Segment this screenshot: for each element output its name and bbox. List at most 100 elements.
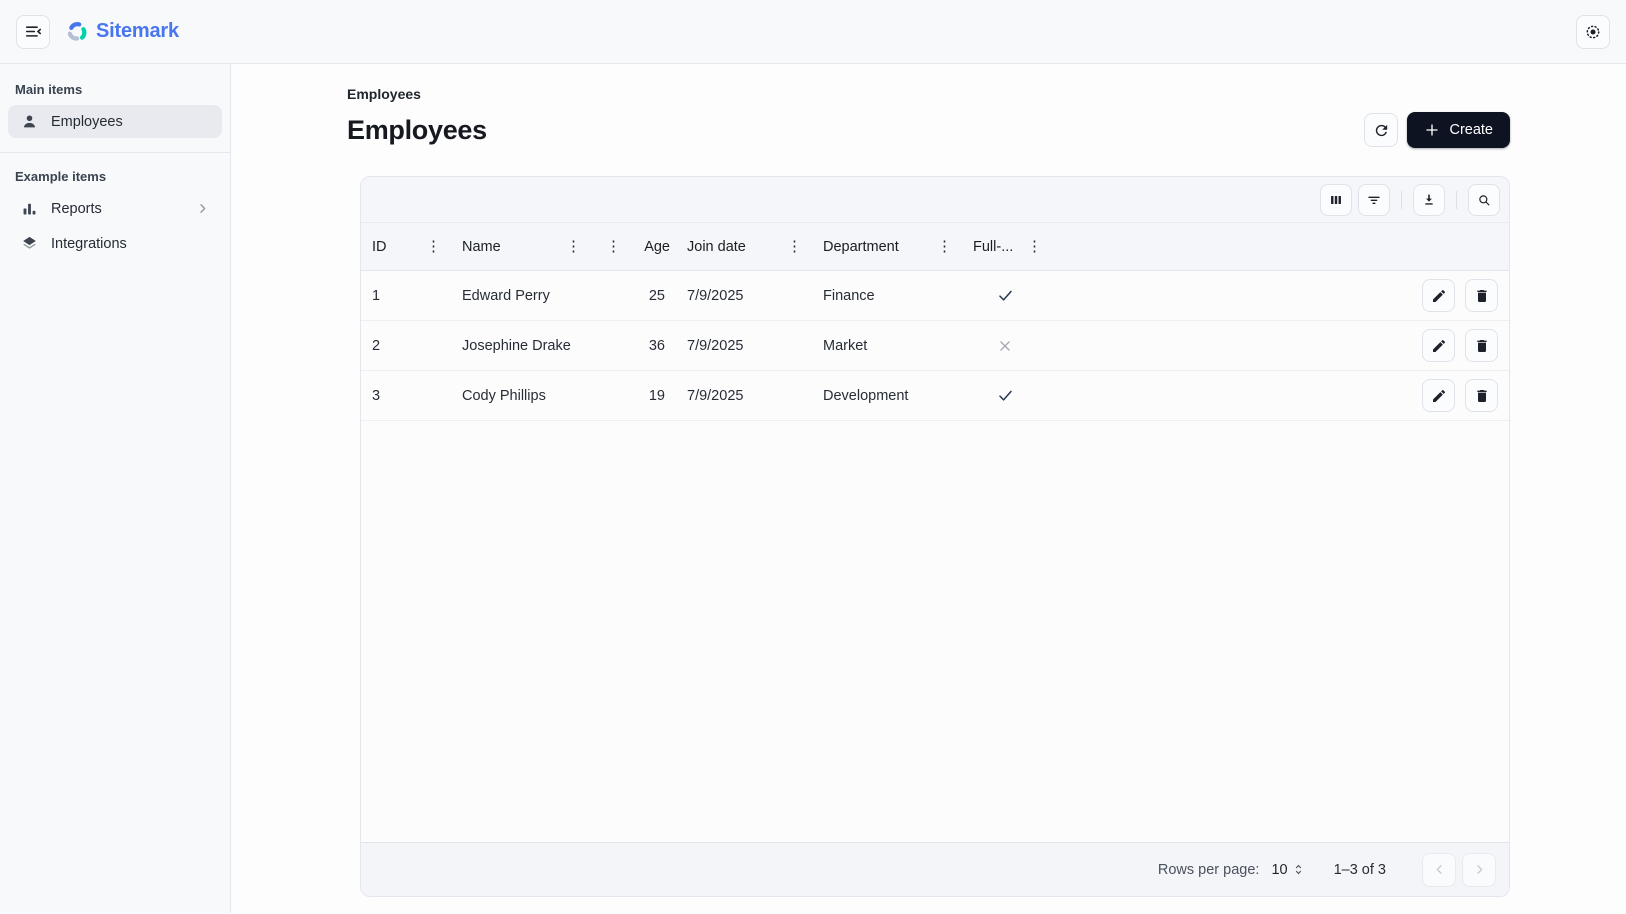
column-header-age[interactable]: ⋮ Age [591, 223, 676, 270]
grid-rows: 1 Edward Perry 25 7/9/2025 Finance [361, 271, 1509, 421]
cell-id: 2 [361, 321, 451, 370]
filter-icon [1366, 192, 1382, 208]
chevron-left-icon [1432, 862, 1447, 877]
bar-chart-icon [20, 199, 39, 218]
cell-department: Finance [812, 271, 962, 320]
cell-full-time [962, 271, 1052, 320]
sidebar-item-integrations[interactable]: Integrations [8, 227, 222, 260]
sidebar-item-label: Integrations [51, 236, 127, 252]
rows-per-page-label: Rows per page: [1158, 862, 1260, 878]
table-row: 3 Cody Phillips 19 7/9/2025 Development [361, 371, 1509, 421]
column-header-full-time[interactable]: Full-... ⋮ [962, 223, 1052, 270]
cell-spacer [1052, 321, 1411, 370]
cell-actions [1411, 271, 1509, 320]
cell-name: Edward Perry [451, 271, 591, 320]
columns-button[interactable] [1320, 184, 1352, 216]
cell-actions [1411, 371, 1509, 420]
pencil-icon [1431, 288, 1447, 304]
cell-full-time [962, 321, 1052, 370]
cell-join-date: 7/9/2025 [676, 371, 812, 420]
column-header-department[interactable]: Department ⋮ [812, 223, 962, 270]
sidebar-item-reports[interactable]: Reports [8, 192, 222, 225]
grid-empty-area [361, 421, 1509, 842]
rows-per-page-value: 10 [1271, 862, 1287, 878]
column-header-id[interactable]: ID ⋮ [361, 223, 451, 270]
cell-age: 36 [591, 321, 676, 370]
pagination-range: 1–3 of 3 [1334, 862, 1386, 878]
sitemark-logo-icon [65, 20, 88, 43]
delete-button[interactable] [1465, 279, 1498, 312]
cell-full-time [962, 371, 1052, 420]
column-label: Full-... [973, 239, 1013, 255]
column-header-join-date[interactable]: Join date ⋮ [676, 223, 812, 270]
download-icon [1421, 192, 1437, 208]
column-menu-icon[interactable]: ⋮ [933, 237, 956, 256]
sidebar-item-label: Employees [51, 114, 123, 130]
data-grid: ID ⋮ Name ⋮ ⋮ Age Join date ⋮ [360, 176, 1510, 897]
menu-open-icon [24, 22, 43, 41]
toolbar-divider [1401, 191, 1402, 209]
columns-icon [1328, 192, 1344, 208]
column-menu-icon[interactable]: ⋮ [562, 237, 585, 256]
cell-name: Josephine Drake [451, 321, 591, 370]
layers-icon [20, 234, 39, 253]
create-button[interactable]: Create [1407, 112, 1510, 148]
chevron-right-icon [1472, 862, 1487, 877]
delete-button[interactable] [1465, 329, 1498, 362]
search-button[interactable] [1468, 184, 1500, 216]
brand-name: Sitemark [96, 20, 179, 43]
table-row: 2 Josephine Drake 36 7/9/2025 Market [361, 321, 1509, 371]
main-content: Employees Employees [231, 64, 1626, 913]
cell-spacer [1052, 271, 1411, 320]
column-label: Age [644, 239, 670, 255]
column-menu-icon[interactable]: ⋮ [1023, 237, 1046, 256]
column-label: Name [462, 239, 501, 255]
column-menu-icon[interactable]: ⋮ [602, 237, 625, 256]
export-button[interactable] [1413, 184, 1445, 216]
cell-id: 3 [361, 371, 451, 420]
brand-logo[interactable]: Sitemark [65, 20, 179, 43]
cell-department: Development [812, 371, 962, 420]
cell-name: Cody Phillips [451, 371, 591, 420]
column-label: ID [372, 239, 387, 255]
cell-id: 1 [361, 271, 451, 320]
rows-per-page-select[interactable]: 10 [1271, 862, 1305, 878]
sidebar-section-title: Main items [15, 82, 230, 97]
column-menu-icon[interactable]: ⋮ [783, 237, 806, 256]
chevron-right-icon [195, 201, 210, 216]
column-menu-icon[interactable]: ⋮ [422, 237, 445, 256]
toolbar-divider [1456, 191, 1457, 209]
edit-button[interactable] [1422, 279, 1455, 312]
cell-age: 19 [591, 371, 676, 420]
refresh-button[interactable] [1364, 113, 1398, 147]
sidebar-item-label: Reports [51, 201, 102, 217]
delete-button[interactable] [1465, 379, 1498, 412]
column-header-name[interactable]: Name ⋮ [451, 223, 591, 270]
filter-button[interactable] [1358, 184, 1390, 216]
column-header-spacer [1052, 223, 1492, 270]
cell-join-date: 7/9/2025 [676, 321, 812, 370]
theme-toggle-button[interactable] [1576, 15, 1610, 49]
edit-button[interactable] [1422, 379, 1455, 412]
person-icon [20, 112, 39, 131]
pencil-icon [1431, 388, 1447, 404]
sidebar-item-employees[interactable]: Employees [8, 105, 222, 138]
page-title: Employees [347, 115, 487, 146]
pencil-icon [1431, 338, 1447, 354]
edit-button[interactable] [1422, 329, 1455, 362]
refresh-icon [1373, 122, 1390, 139]
check-icon [996, 286, 1015, 305]
unfold-more-icon [1291, 862, 1306, 877]
next-page-button[interactable] [1462, 853, 1496, 887]
cell-department: Market [812, 321, 962, 370]
column-header-actions [1492, 223, 1509, 270]
cell-age: 25 [591, 271, 676, 320]
previous-page-button[interactable] [1422, 853, 1456, 887]
trash-icon [1474, 338, 1490, 354]
cell-spacer [1052, 371, 1411, 420]
column-label: Department [823, 239, 899, 255]
menu-toggle-button[interactable] [16, 15, 50, 49]
grid-toolbar [361, 177, 1509, 223]
sidebar-divider [0, 152, 230, 153]
cell-join-date: 7/9/2025 [676, 271, 812, 320]
